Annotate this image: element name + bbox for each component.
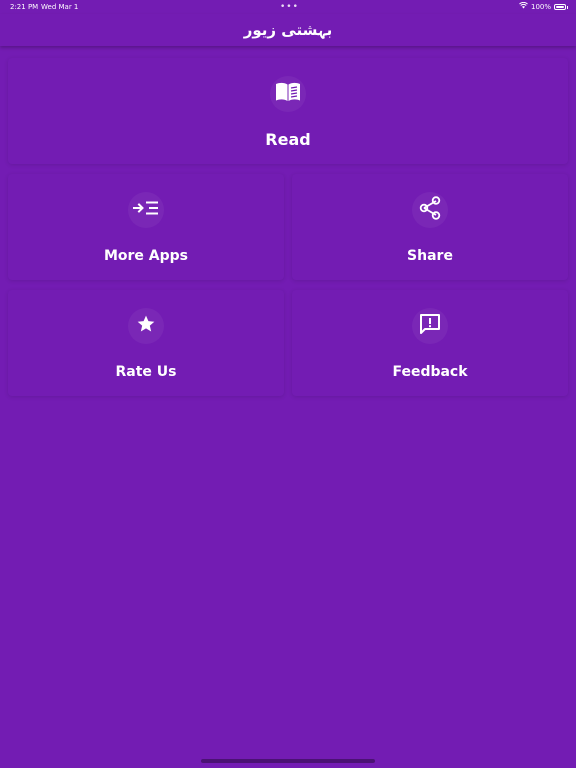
more-apps-label: More Apps bbox=[103, 248, 189, 264]
more-apps-icon-circle bbox=[128, 192, 164, 228]
wifi-icon bbox=[519, 0, 528, 14]
feedback-label: Feedback bbox=[392, 364, 468, 380]
app-title: بہشتی زیور bbox=[243, 21, 333, 39]
share-icon bbox=[419, 196, 441, 224]
app-bar: بہشتی زیور bbox=[0, 14, 576, 46]
more-apps-icon bbox=[133, 200, 159, 220]
share-icon-circle bbox=[412, 192, 448, 228]
status-right: 100% bbox=[519, 0, 568, 14]
status-bar: 2:21 PM Wed Mar 1 ••• 100% bbox=[0, 0, 576, 14]
battery-fill bbox=[556, 6, 564, 8]
feedback-icon bbox=[418, 312, 442, 340]
rate-us-icon-circle bbox=[128, 308, 164, 344]
read-label: Read bbox=[265, 130, 311, 149]
feedback-button[interactable]: Feedback bbox=[292, 290, 568, 396]
share-label: Share bbox=[407, 248, 453, 264]
status-time: 2:21 PM bbox=[10, 3, 39, 11]
share-button[interactable]: Share bbox=[292, 174, 568, 280]
rate-us-label: Rate Us bbox=[115, 364, 177, 380]
read-icon-circle bbox=[270, 76, 306, 112]
battery-icon bbox=[554, 4, 566, 10]
more-apps-button[interactable]: More Apps bbox=[8, 174, 284, 280]
read-button[interactable]: Read bbox=[8, 58, 568, 164]
status-date: Wed Mar 1 bbox=[41, 3, 79, 11]
battery-nub bbox=[567, 5, 568, 9]
book-open-icon bbox=[275, 82, 301, 106]
star-icon bbox=[136, 314, 156, 338]
battery-percent: 100% bbox=[530, 3, 551, 11]
multitasking-dots[interactable]: ••• bbox=[280, 0, 299, 14]
home-indicator[interactable] bbox=[201, 759, 375, 763]
rate-us-button[interactable]: Rate Us bbox=[8, 290, 284, 396]
feedback-icon-circle bbox=[412, 308, 448, 344]
